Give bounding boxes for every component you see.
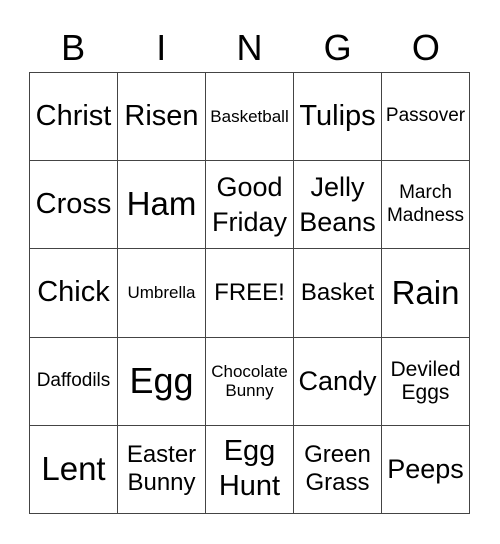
bingo-cell[interactable]: Risen xyxy=(118,73,206,162)
bingo-cell[interactable]: Egg Hunt xyxy=(206,425,294,514)
bingo-cell[interactable]: Christ xyxy=(30,73,118,162)
bingo-cell[interactable]: Egg xyxy=(118,337,206,426)
header-letter-n: N xyxy=(236,27,263,68)
bingo-cell[interactable]: Good Friday xyxy=(206,161,294,250)
header-letter-o: O xyxy=(411,27,440,68)
bingo-cell[interactable]: Green Grass xyxy=(294,425,382,514)
bingo-cell[interactable]: Daffodils xyxy=(30,337,118,426)
bingo-cell[interactable]: Lent xyxy=(30,425,118,514)
bingo-cell[interactable]: Basket xyxy=(294,249,382,338)
bingo-cell[interactable]: March Madness xyxy=(382,161,470,250)
bingo-cell[interactable]: Easter Bunny xyxy=(118,425,206,514)
bingo-cell[interactable]: Cross xyxy=(30,161,118,250)
bingo-cell[interactable]: Jelly Beans xyxy=(294,161,382,250)
bingo-cell[interactable]: Rain xyxy=(382,249,470,338)
bingo-cell[interactable]: Ham xyxy=(118,161,206,250)
bingo-cell[interactable]: Deviled Eggs xyxy=(382,337,470,426)
bingo-cell[interactable]: Chocolate Bunny xyxy=(206,337,294,426)
header-letter-g: G xyxy=(323,27,352,68)
header-letter-b: B xyxy=(61,27,86,68)
bingo-grid: Christ Risen Basketball Tulips Passover Cross… xyxy=(29,72,470,514)
bingo-cell[interactable]: Chick xyxy=(30,249,118,338)
bingo-cell[interactable]: Tulips xyxy=(294,73,382,162)
bingo-cell[interactable]: Candy xyxy=(294,337,382,426)
free-space-cell[interactable]: FREE! xyxy=(206,249,294,338)
bingo-cell[interactable]: Basketball xyxy=(206,73,294,162)
bingo-cell[interactable]: Peeps xyxy=(382,425,470,514)
bingo-header: B I N G O xyxy=(29,24,470,72)
bingo-cell[interactable]: Passover xyxy=(382,73,470,162)
bingo-cell[interactable]: Umbrella xyxy=(118,249,206,338)
header-letter-i: I xyxy=(156,27,167,68)
